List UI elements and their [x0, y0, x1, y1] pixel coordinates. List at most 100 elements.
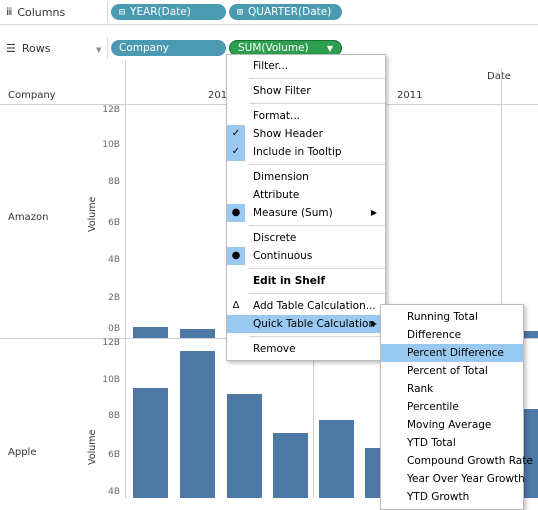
- amazon-tick: 4B: [108, 255, 120, 265]
- quick-table-calculation-submenu: Running Total Difference Percent Differenc…: [380, 304, 533, 510]
- menu-item-label: Compound Growth Rate: [407, 455, 533, 467]
- menu-separator: [249, 336, 385, 337]
- bar-apple[interactable]: [180, 351, 215, 498]
- company-pill[interactable]: Company: [111, 40, 226, 56]
- menu-item-label: Show Filter: [253, 85, 311, 97]
- year-date-pill-label: YEAR(Date): [130, 6, 191, 18]
- amazon-tick: 6B: [108, 218, 120, 228]
- bullet-icon: ●: [227, 204, 245, 222]
- bar-amazon[interactable]: [180, 329, 215, 338]
- menu-item-label: Percentile: [407, 401, 459, 413]
- quick-calc-running-total[interactable]: Running Total: [381, 308, 523, 326]
- menu-item-label: Include in Tooltip: [253, 146, 342, 158]
- menu-item-label: Continuous: [253, 250, 313, 262]
- menu-separator: [249, 225, 385, 226]
- shelf-separator: [0, 24, 538, 25]
- bar-apple[interactable]: [133, 388, 168, 498]
- sum-volume-pill-label: SUM(Volume): [238, 42, 309, 54]
- menu-item-label: Show Header: [253, 128, 323, 140]
- quick-calc-percentile[interactable]: Percentile: [381, 398, 523, 416]
- menu-separator: [249, 268, 385, 269]
- quick-calc-percent-of-total[interactable]: Percent of Total: [381, 362, 523, 380]
- menu-item-attribute[interactable]: Attribute: [227, 186, 385, 204]
- menu-item-label: Year Over Year Growth: [407, 473, 525, 485]
- menu-item-label: Moving Average: [407, 419, 492, 431]
- menu-item-label: Format...: [253, 110, 301, 122]
- quick-calc-moving-average[interactable]: Moving Average: [381, 416, 523, 434]
- menu-item-show-filter[interactable]: Show Filter: [227, 82, 385, 100]
- menu-item-label: Remove: [253, 343, 296, 355]
- menu-item-label: Rank: [407, 383, 434, 395]
- amazon-tick: 10B: [102, 140, 120, 150]
- quick-calc-compound-growth-rate[interactable]: Compound Growth Rate: [381, 452, 533, 470]
- pill-context-menu: Filter... Show Filter Format... ✓ Show Heade…: [226, 54, 386, 361]
- checkmark-icon: ✓: [227, 125, 245, 143]
- columns-icon: iii: [6, 6, 12, 18]
- menu-item-label: YTD Total: [407, 437, 456, 449]
- apple-tick: 4B: [108, 487, 120, 497]
- quick-calc-percent-difference[interactable]: Percent Difference: [381, 344, 523, 362]
- quarter-date-pill-label: QUARTER(Date): [248, 6, 332, 18]
- quick-calc-ytd-total[interactable]: YTD Total: [381, 434, 523, 452]
- menu-separator: [249, 78, 385, 79]
- chevron-down-icon[interactable]: ▼: [327, 44, 333, 53]
- menu-item-label: Filter...: [253, 60, 289, 72]
- menu-item-dimension[interactable]: Dimension: [227, 168, 385, 186]
- menu-item-label: Add Table Calculation...: [253, 300, 376, 312]
- quick-calc-year-over-year-growth[interactable]: Year Over Year Growth: [381, 470, 525, 488]
- year-header-left: 201: [208, 90, 228, 101]
- menu-item-label: YTD Growth: [407, 491, 470, 503]
- menu-separator: [249, 293, 385, 294]
- menu-separator: [249, 164, 385, 165]
- submenu-arrow-icon: ▶: [370, 208, 377, 217]
- quick-calc-ytd-growth[interactable]: YTD Growth: [381, 488, 523, 506]
- column-header-date: Date: [487, 71, 511, 82]
- rows-shelf-title: ☰ Rows: [6, 40, 50, 56]
- menu-item-quick-table-calculation[interactable]: Quick Table Calculation ▶: [227, 315, 385, 333]
- rows-icon: ☰: [6, 41, 16, 55]
- row-header-company: Company: [8, 90, 56, 101]
- menu-item-label: Attribute: [253, 189, 300, 201]
- quarter-date-pill[interactable]: ⊞ QUARTER(Date): [229, 4, 342, 20]
- menu-item-label: Running Total: [407, 311, 478, 323]
- apple-tick: 10B: [102, 375, 120, 385]
- columns-shelf: iii Columns ⊟ YEAR(Date) ⊞ QUARTER(Date): [0, 0, 538, 25]
- menu-item-filter[interactable]: Filter...: [227, 57, 385, 75]
- menu-item-discrete[interactable]: Discrete: [227, 229, 385, 247]
- menu-item-remove[interactable]: Remove: [227, 340, 385, 358]
- columns-shelf-title: iii Columns: [6, 4, 65, 20]
- amazon-tick: 2B: [108, 293, 120, 303]
- apple-tick: 12B: [102, 338, 120, 348]
- bar-apple[interactable]: [227, 393, 262, 498]
- company-pill-label: Company: [119, 42, 169, 54]
- bar-apple[interactable]: [319, 419, 354, 498]
- menu-item-label: Difference: [407, 329, 462, 341]
- menu-item-include-in-tooltip[interactable]: ✓ Include in Tooltip: [227, 143, 385, 161]
- year-header-right: 2011: [397, 90, 423, 101]
- bar-amazon[interactable]: [133, 326, 168, 338]
- bar-apple[interactable]: [273, 432, 308, 498]
- shelf-divider: [107, 2, 108, 22]
- delta-icon: Δ: [232, 300, 240, 311]
- menu-item-label: Discrete: [253, 232, 297, 244]
- menu-item-show-header[interactable]: ✓ Show Header: [227, 125, 385, 143]
- menu-item-label: Quick Table Calculation: [253, 318, 376, 330]
- rows-shelf-dropdown-icon[interactable]: ▼: [96, 46, 101, 54]
- company-label-amazon: Amazon: [8, 212, 49, 223]
- quick-calc-difference[interactable]: Difference: [381, 326, 523, 344]
- menu-separator: [249, 103, 385, 104]
- menu-item-add-table-calculation[interactable]: Δ Add Table Calculation...: [227, 297, 385, 315]
- apple-tick: 8B: [108, 411, 120, 421]
- menu-item-edit-in-shelf[interactable]: Edit in Shelf: [227, 272, 385, 290]
- company-label-apple: Apple: [8, 447, 37, 458]
- menu-item-format[interactable]: Format...: [227, 107, 385, 125]
- menu-item-measure-sum[interactable]: ● Measure (Sum) ▶: [227, 204, 385, 222]
- expand-icon: ⊞: [237, 6, 244, 18]
- apple-tick: 6B: [108, 450, 120, 460]
- menu-item-label: Percent Difference: [407, 347, 504, 359]
- bar-amazon[interactable]: [522, 331, 538, 338]
- collapse-icon: ⊟: [119, 6, 126, 18]
- menu-item-continuous[interactable]: ● Continuous: [227, 247, 385, 265]
- year-date-pill[interactable]: ⊟ YEAR(Date): [111, 4, 226, 20]
- quick-calc-rank[interactable]: Rank: [381, 380, 523, 398]
